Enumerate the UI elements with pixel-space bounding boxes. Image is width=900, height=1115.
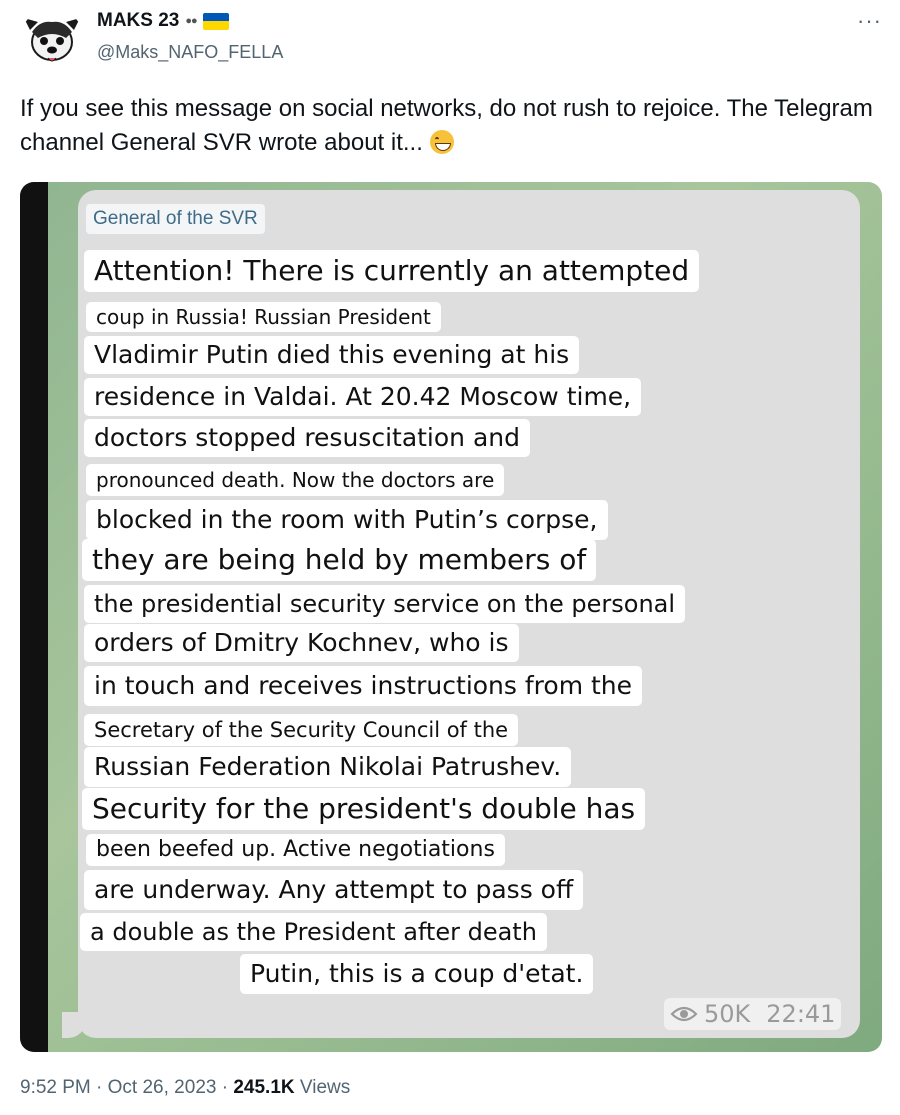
message-line: been beefed up. Active negotiations [86,834,505,866]
message-line: Vladimir Putin died this evening at his [84,336,580,374]
message-line: Security for the president's double has [82,788,646,830]
message-line: Putin, this is a coup d'etat. [240,954,594,994]
media-left-strip [20,182,48,1052]
message-line: coup in Russia! Russian President [86,302,441,332]
telegram-views-time: 50K 22:41 [664,998,842,1030]
tweet-date[interactable]: Oct 26, 2023 [108,1077,217,1098]
message-line: blocked in the room with Putin’s corpse, [86,500,608,540]
author-avatar[interactable] [20,8,84,72]
ukraine-flag-icon [202,12,229,30]
message-line: residence in Valdai. At 20.42 Moscow tim… [84,378,642,416]
views-label: Views [299,1077,351,1098]
message-line: doctors stopped resuscitation and [84,419,531,457]
separator: · [96,1077,103,1098]
grinning-face-icon [429,130,454,154]
tweet-footer: 9:52 PM · Oct 26, 2023 · 245.1K Views [20,1077,350,1099]
author-handle[interactable]: @Maks_NAFO_FELLA [97,42,283,63]
tweet-text: If you see this message on social networ… [20,92,880,160]
message-line: a double as the President after death [80,913,547,951]
message-line: Attention! There is currently an attempt… [84,250,700,292]
message-time: 22:41 [766,1000,836,1028]
fella-dog-avatar-icon [20,8,84,72]
message-line: Secretary of the Security Council of the [84,714,519,746]
message-line: the presidential security service on the… [84,585,686,623]
message-line: Russian Federation Nikolai Patrushev. [84,747,572,787]
author-display-name-row[interactable]: MAKS 23 ●● [97,10,229,32]
eye-icon [670,1006,698,1022]
eyes-icon: ●● [185,15,197,27]
views-count: 50K [704,1000,751,1028]
tweet-time[interactable]: 9:52 PM [20,1077,91,1098]
message-line: are underway. Any attempt to pass off [84,870,584,910]
message-line: they are being held by members of [82,539,597,581]
views-count-total[interactable]: 245.1K [233,1077,294,1098]
telegram-channel-name: General of the SVR [86,204,265,234]
message-line: in touch and receives instructions from … [84,666,643,706]
message-line: orders of Dmitry Kochnev, who is [84,624,519,662]
more-options-icon[interactable]: ··· [857,8,882,34]
author-display-name[interactable]: MAKS 23 [97,10,179,32]
separator: · [221,1077,229,1098]
message-line: pronounced death. Now the doctors are [86,464,505,496]
